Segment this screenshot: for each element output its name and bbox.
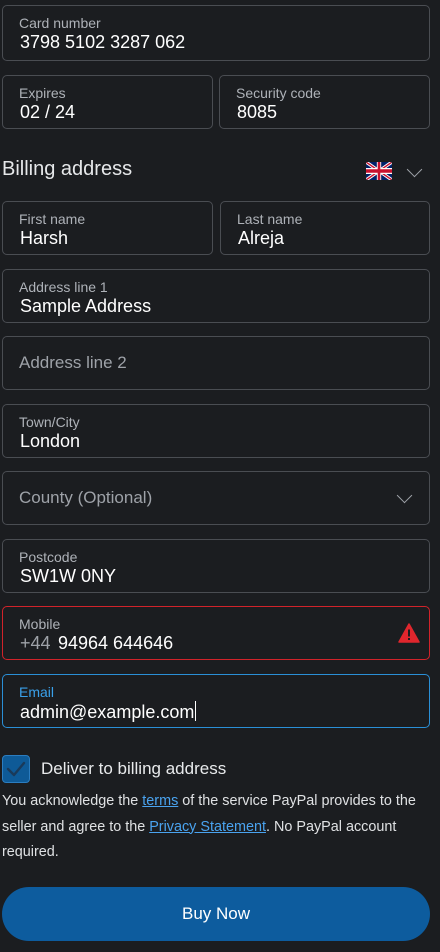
terms-link[interactable]: terms <box>142 793 178 809</box>
email-label: Email <box>19 684 55 700</box>
mobile-country-prefix: +44 <box>20 633 51 653</box>
billing-address-title: Billing address <box>2 158 133 180</box>
address-line-2-placeholder: Address line 2 <box>19 353 127 372</box>
expires-field[interactable]: Expires 02 / 24 <box>2 75 213 129</box>
expires-label: Expires <box>19 85 66 101</box>
last-name-label: Last name <box>237 211 303 227</box>
town-city-value: London <box>20 431 81 451</box>
address-line-1-label: Address line 1 <box>19 279 108 295</box>
address-line-1-value: Sample Address <box>20 296 152 316</box>
text-caret <box>195 701 197 721</box>
first-name-value: Harsh <box>20 228 69 248</box>
county-placeholder: County (Optional) <box>19 488 153 507</box>
legal-text-1: You acknowledge the <box>2 793 143 809</box>
deliver-to-billing-label[interactable]: Deliver to billing address <box>41 759 226 779</box>
mobile-label: Mobile <box>19 616 61 632</box>
last-name-value: Alreja <box>238 228 285 248</box>
mobile-field[interactable]: Mobile +44 94964 644646 <box>2 606 430 660</box>
security-code-field[interactable]: Security code 8085 <box>219 75 430 129</box>
deliver-to-billing-checkbox[interactable] <box>2 755 30 783</box>
county-chevron-down-icon <box>396 487 413 504</box>
expires-value: 02 / 24 <box>20 102 76 122</box>
first-name-field[interactable]: First name Harsh <box>2 201 213 255</box>
postcode-value: SW1W 0NY <box>20 566 117 586</box>
legal-acknowledgement: You acknowledge the terms of the service… <box>2 789 422 866</box>
card-number-value: 3798 5102 3287 062 <box>20 32 186 52</box>
postcode-field[interactable]: Postcode SW1W 0NY <box>2 539 430 593</box>
card-number-field[interactable]: Card number 3798 5102 3287 062 <box>2 5 430 61</box>
warning-icon <box>398 623 420 648</box>
security-code-value: 8085 <box>237 102 278 122</box>
mobile-value: 94964 644646 <box>58 633 174 653</box>
checkmark-icon <box>6 761 26 777</box>
card-number-label: Card number <box>19 15 101 31</box>
uk-flag-icon[interactable] <box>366 162 392 180</box>
country-chevron-down-icon[interactable] <box>406 161 423 178</box>
town-city-field[interactable]: Town/City London <box>2 404 430 458</box>
address-line-2-field[interactable]: Address line 2 <box>2 336 430 390</box>
privacy-statement-link[interactable]: Privacy Statement <box>149 819 266 835</box>
email-field[interactable]: Email admin@example.com <box>2 674 430 728</box>
address-line-1-field[interactable]: Address line 1 Sample Address <box>2 269 430 323</box>
town-city-label: Town/City <box>19 414 80 430</box>
postcode-label: Postcode <box>19 549 78 565</box>
security-code-label: Security code <box>236 85 321 101</box>
buy-now-button[interactable]: Buy Now <box>2 887 430 941</box>
email-value-wrap: admin@example.com <box>20 701 197 723</box>
first-name-label: First name <box>19 211 86 227</box>
last-name-field[interactable]: Last name Alreja <box>220 201 430 255</box>
email-value: admin@example.com <box>20 702 195 722</box>
county-select[interactable]: County (Optional) <box>2 471 430 525</box>
